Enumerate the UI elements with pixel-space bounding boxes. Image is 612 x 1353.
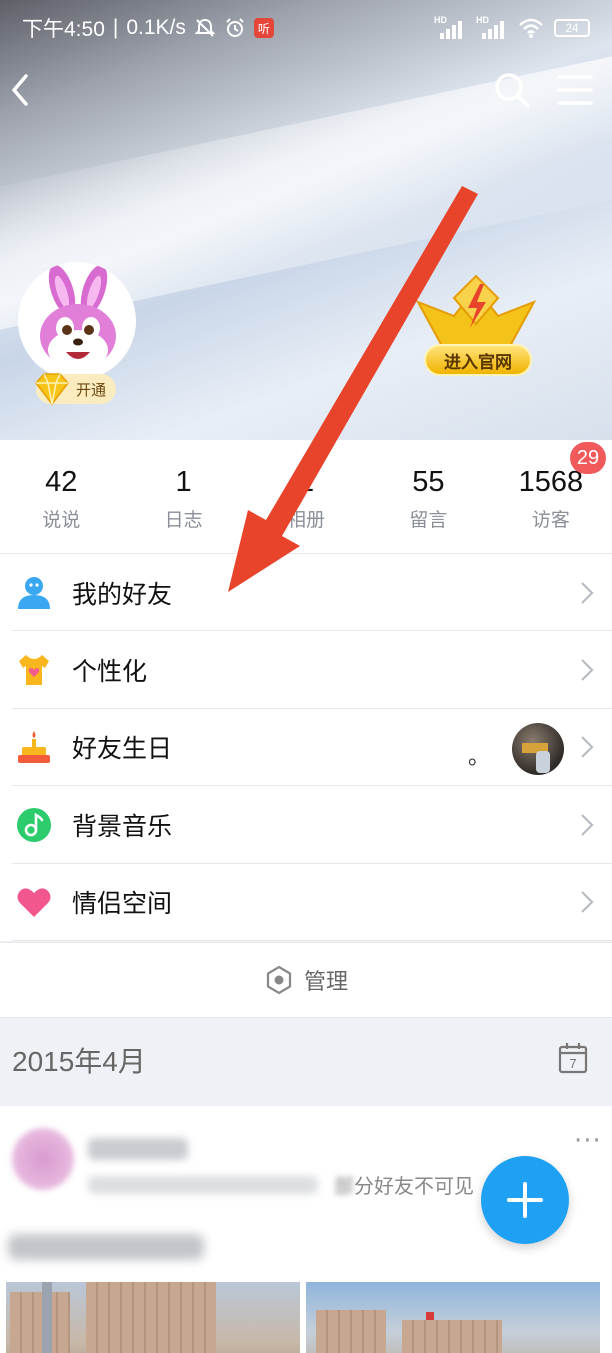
- chevron-right-icon: [581, 659, 594, 681]
- privacy-label: 分好友不可见: [354, 1174, 474, 1198]
- vip-label: 开通: [76, 380, 107, 399]
- status-separator: |: [112, 16, 119, 39]
- photo-flag: [426, 1312, 434, 1320]
- birthday-friend-avatar: [512, 722, 564, 775]
- hamburger-menu-icon: [557, 75, 593, 105]
- signal-2-icon: HD: [476, 15, 508, 39]
- cake-icon: [18, 731, 50, 764]
- stat-label: 相册: [287, 509, 326, 531]
- photo-building: [86, 1282, 216, 1353]
- menu-item-label: 我的好友: [72, 579, 173, 609]
- menu-item-personalize[interactable]: 个性化: [0, 631, 612, 710]
- menu-item-label: 背景音乐: [72, 811, 173, 841]
- avatar-detail: [536, 750, 550, 773]
- search-button[interactable]: [492, 70, 532, 110]
- bunny-avatar-icon: [40, 265, 116, 370]
- privacy-prefix-blurred: 部: [334, 1174, 354, 1198]
- stat-label: 访客: [531, 509, 570, 531]
- post-more-button[interactable]: ···: [574, 1128, 602, 1154]
- menu-item-label: 情侣空间: [72, 889, 173, 919]
- stat-label: 说说: [42, 509, 81, 531]
- status-bar: 下午4:50 | 0.1K/s 听 HD HD 24: [0, 0, 612, 56]
- profile-avatar[interactable]: [18, 262, 136, 380]
- post-photo[interactable]: [6, 1282, 300, 1353]
- hexagon-settings-icon: [266, 965, 292, 995]
- stat-label: 留言: [409, 509, 448, 531]
- menu-item-friend-birthday[interactable]: 好友生日 。: [0, 709, 612, 787]
- menu-item-friends[interactable]: 我的好友: [0, 554, 612, 632]
- mute-bell-icon: [194, 18, 216, 37]
- post-author-name-blurred: [88, 1138, 188, 1160]
- profile-header: 下午4:50 | 0.1K/s 听 HD HD 24 开通 进入官网: [0, 0, 612, 440]
- official-site-label: 进入官网: [444, 352, 512, 373]
- chevron-left-icon: [12, 74, 28, 106]
- photo-building: [316, 1310, 386, 1353]
- battery-indicator: 24: [554, 19, 590, 37]
- stats-bar: 42 说说 1 日志 1 相册 55 留言 1568 访客 29: [0, 440, 612, 554]
- tshirt-icon: [19, 655, 49, 686]
- birthday-extra-text: 。: [468, 744, 491, 770]
- profile-menu-list: 我的好友 个性化 好友生日 。 背景音乐 情侣空间: [0, 554, 612, 942]
- official-site-button[interactable]: 进入官网: [424, 344, 532, 376]
- svg-text:7: 7: [569, 1056, 576, 1071]
- more-menu-button[interactable]: [556, 72, 594, 108]
- manage-label: 管理: [303, 970, 348, 995]
- stat-value: 42: [45, 466, 78, 498]
- post-author-avatar[interactable]: [12, 1128, 74, 1190]
- visitor-count-badge: 29: [570, 442, 607, 474]
- chevron-right-icon: [581, 581, 594, 604]
- status-time: 下午4:50: [22, 18, 105, 41]
- calendar-button[interactable]: 7: [558, 1042, 588, 1074]
- friends-icon: [18, 576, 50, 609]
- music-icon: [17, 807, 51, 842]
- chevron-right-icon: [581, 736, 594, 759]
- diamond-icon: [35, 373, 69, 406]
- stat-blog[interactable]: 1 日志: [122, 440, 244, 553]
- add-post-button[interactable]: [481, 1156, 569, 1244]
- post-photo[interactable]: [306, 1282, 600, 1353]
- stat-value: 1: [175, 466, 192, 498]
- post-meta-blurred: [88, 1176, 318, 1194]
- signal-1-icon: HD: [434, 15, 466, 39]
- plus-icon: [507, 1182, 543, 1218]
- search-icon: [495, 73, 530, 108]
- calendar-icon: 7: [558, 1043, 588, 1074]
- post-privacy-text: 部分好友不可见: [334, 1170, 474, 1199]
- stat-album[interactable]: 1 相册: [245, 440, 367, 553]
- photo-pole: [42, 1282, 52, 1353]
- timeline-month-heading: 2015年4月: [12, 1046, 146, 1077]
- post-content-blurred: [8, 1234, 204, 1260]
- photo-building: [10, 1292, 70, 1353]
- alarm-icon: [226, 18, 244, 37]
- wifi-icon: [519, 18, 543, 38]
- stat-value: 55: [412, 466, 445, 498]
- chevron-right-icon: [581, 891, 594, 914]
- stat-value: 1: [297, 466, 315, 498]
- stat-visitors[interactable]: 1568 访客 29: [490, 440, 612, 553]
- listen-badge: 听: [253, 18, 274, 38]
- menu-item-couple-space[interactable]: 情侣空间: [0, 864, 612, 942]
- stat-label: 日志: [164, 509, 203, 531]
- status-speed: 0.1K/s: [126, 16, 186, 39]
- menu-item-background-music[interactable]: 背景音乐: [0, 786, 612, 864]
- photo-building: [402, 1320, 502, 1353]
- chevron-right-icon: [581, 814, 594, 836]
- stat-shuoshuo[interactable]: 42 说说: [0, 440, 122, 553]
- menu-item-label: 个性化: [72, 657, 148, 687]
- menu-item-label: 好友生日: [72, 734, 173, 764]
- manage-button[interactable]: 管理: [0, 942, 612, 1018]
- stat-messages[interactable]: 55 留言: [367, 440, 489, 553]
- back-button[interactable]: [6, 70, 36, 110]
- heart-icon: [17, 888, 51, 918]
